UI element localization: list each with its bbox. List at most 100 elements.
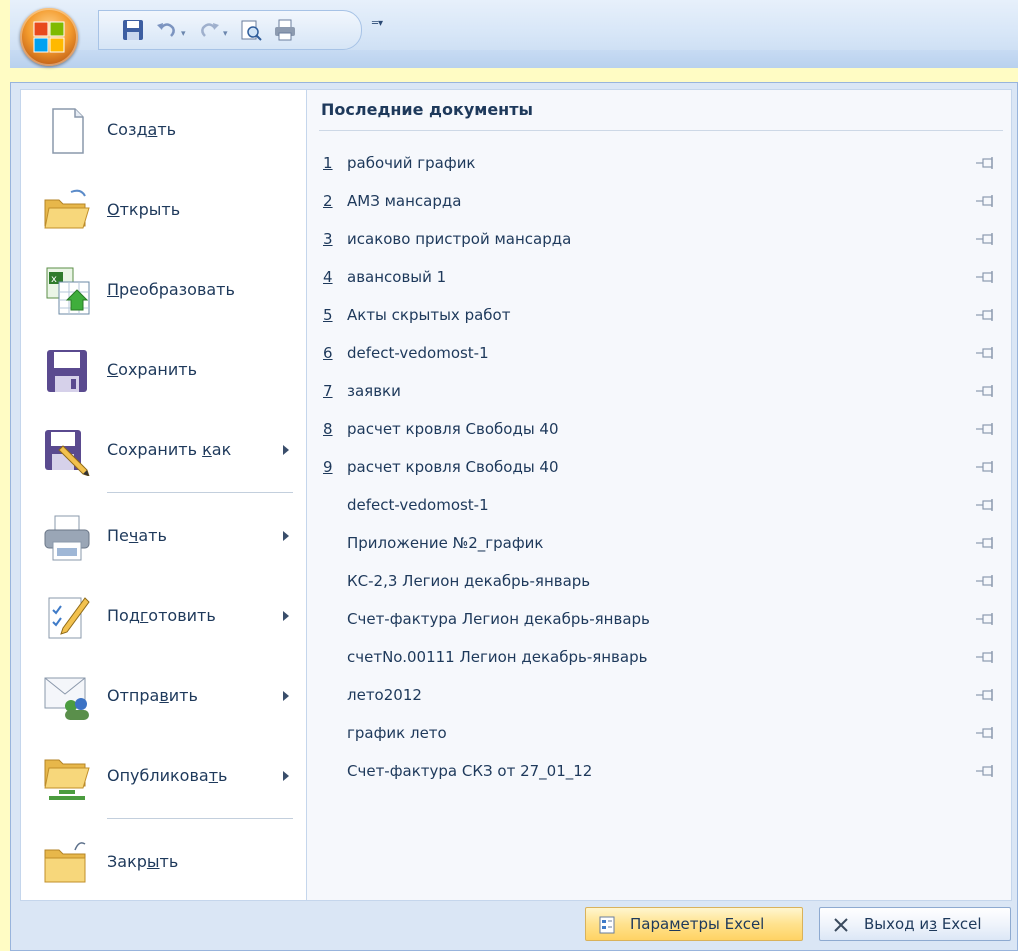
recent-document-name: Счет-фактура Легион декабрь-январь <box>347 610 650 628</box>
command-save[interactable]: Сохранить <box>21 332 307 408</box>
command-label: Преобразовать <box>107 280 235 299</box>
submenu-arrow-icon <box>283 445 289 455</box>
pin-icon[interactable] <box>975 156 997 170</box>
pin-icon[interactable] <box>975 232 997 246</box>
quick-access-toolbar: ▾ ▾ <box>98 10 362 50</box>
command-label: Открыть <box>107 200 181 219</box>
save-icon <box>47 350 87 392</box>
command-new[interactable]: Создать <box>21 92 307 168</box>
recent-document-number: 9 <box>323 458 333 476</box>
recent-document-item[interactable]: Приложение №2_график <box>307 524 1011 562</box>
recent-document-item[interactable]: лето2012 <box>307 676 1011 714</box>
command-label: Создать <box>107 120 177 139</box>
pin-icon[interactable] <box>975 498 997 512</box>
excel-options-label: Параметры Excel <box>630 915 765 933</box>
recent-document-name: лето2012 <box>347 686 422 704</box>
submenu-arrow-icon <box>283 771 289 781</box>
pin-icon[interactable] <box>975 688 997 702</box>
close-x-icon <box>834 918 848 932</box>
recent-document-number: 4 <box>323 268 333 286</box>
pin-icon[interactable] <box>975 308 997 322</box>
pin-icon[interactable] <box>975 422 997 436</box>
exit-excel-button[interactable]: Выход из Excel <box>819 907 1011 941</box>
pin-icon[interactable] <box>975 536 997 550</box>
command-prepare[interactable]: Подготовить <box>21 578 307 654</box>
exit-excel-label: Выход из Excel <box>864 915 982 933</box>
office-button[interactable] <box>20 8 78 66</box>
recent-document-item[interactable]: 3 исаково пристрой мансарда <box>307 220 1011 258</box>
recent-document-item[interactable]: 1 рабочий график <box>307 144 1011 182</box>
recent-document-item[interactable]: 9 расчет кровля Свободы 40 <box>307 448 1011 486</box>
pin-icon[interactable] <box>975 612 997 626</box>
pin-icon[interactable] <box>975 346 997 360</box>
recent-document-name: график лето <box>347 724 447 742</box>
recent-document-number: 2 <box>323 192 333 210</box>
save-icon[interactable] <box>121 19 145 41</box>
prepare-icon <box>48 597 90 639</box>
recent-document-name: АМЗ мансарда <box>347 192 462 210</box>
undo-dropdown-icon[interactable]: ▾ <box>181 29 186 39</box>
recent-document-number: 7 <box>323 382 333 400</box>
office-logo-icon <box>33 21 65 53</box>
redo-dropdown-icon[interactable]: ▾ <box>223 29 228 39</box>
command-convert[interactable]: x Преобразовать <box>21 252 307 328</box>
recent-document-item[interactable]: Счет-фактура Легион декабрь-январь <box>307 600 1011 638</box>
publish-icon <box>44 759 90 800</box>
command-send[interactable]: Отправить <box>21 658 307 734</box>
office-menu: Создать Открыть x Преобразовать Сохранит… <box>10 82 1018 951</box>
recent-document-item[interactable]: 6 defect-vedomost-1 <box>307 334 1011 372</box>
recent-document-name: расчет кровля Свободы 40 <box>347 420 559 438</box>
options-icon <box>599 916 615 934</box>
pin-icon[interactable] <box>975 574 997 588</box>
submenu-arrow-icon <box>283 531 289 541</box>
recent-document-number: 3 <box>323 230 333 248</box>
command-label: Закрыть <box>107 852 179 871</box>
pin-icon[interactable] <box>975 270 997 284</box>
pin-icon[interactable] <box>975 764 997 778</box>
svg-text:x: x <box>51 274 57 285</box>
excel-options-button[interactable]: Параметры Excel <box>585 907 803 941</box>
pin-icon[interactable] <box>975 194 997 208</box>
new-document-icon <box>52 108 84 154</box>
recent-document-item[interactable]: 4 авансовый 1 <box>307 258 1011 296</box>
undo-icon[interactable] <box>155 19 179 41</box>
recent-document-name: defect-vedomost-1 <box>347 344 489 362</box>
send-icon <box>44 677 89 720</box>
recent-document-number: 6 <box>323 344 333 362</box>
recent-document-name: расчет кровля Свободы 40 <box>347 458 559 476</box>
recent-documents-pane: Последние документы 1 рабочий график 2 АМЗ … <box>306 89 1012 901</box>
redo-icon[interactable] <box>197 19 221 41</box>
customize-toolbar-icon[interactable]: ═▾ <box>372 18 383 29</box>
recent-document-item[interactable]: 2 АМЗ мансарда <box>307 182 1011 220</box>
recent-document-item[interactable]: график лето <box>307 714 1011 752</box>
separator <box>107 818 293 819</box>
pin-icon[interactable] <box>975 726 997 740</box>
recent-document-number: 5 <box>323 306 333 324</box>
pin-icon[interactable] <box>975 384 997 398</box>
command-label: Опубликовать <box>107 766 228 785</box>
recent-document-item[interactable]: 8 расчет кровля Свободы 40 <box>307 410 1011 448</box>
recent-document-name: КС-2,3 Легион декабрь-январь <box>347 572 591 590</box>
pin-icon[interactable] <box>975 460 997 474</box>
submenu-arrow-icon <box>283 691 289 701</box>
command-label: Отправить <box>107 686 198 705</box>
pin-icon[interactable] <box>975 650 997 664</box>
recent-document-item[interactable]: КС-2,3 Легион декабрь-январь <box>307 562 1011 600</box>
recent-document-name: счетNo.00111 Легион декабрь-январь <box>347 648 648 666</box>
command-publish[interactable]: Опубликовать <box>21 738 307 814</box>
commands-pane: Создать Открыть x Преобразовать Сохранит… <box>20 89 307 901</box>
print-preview-icon[interactable] <box>239 19 263 41</box>
recent-document-item[interactable]: 5 Акты скрытых работ <box>307 296 1011 334</box>
recent-document-item[interactable]: счетNo.00111 Легион декабрь-январь <box>307 638 1011 676</box>
close-icon <box>44 842 86 883</box>
command-save-as[interactable]: Сохранить как <box>21 412 307 488</box>
recent-document-number: 8 <box>323 420 333 438</box>
recent-document-item[interactable]: 7 заявки <box>307 372 1011 410</box>
command-print[interactable]: Печать <box>21 498 307 574</box>
recent-document-item[interactable]: defect-vedomost-1 <box>307 486 1011 524</box>
quick-print-icon[interactable] <box>273 19 297 41</box>
command-open[interactable]: Открыть <box>21 172 307 248</box>
command-close[interactable]: Закрыть <box>21 824 307 900</box>
recent-document-name: defect-vedomost-1 <box>347 496 489 514</box>
recent-document-item[interactable]: Счет-фактура СКЗ от 27_01_12 <box>307 752 1011 790</box>
